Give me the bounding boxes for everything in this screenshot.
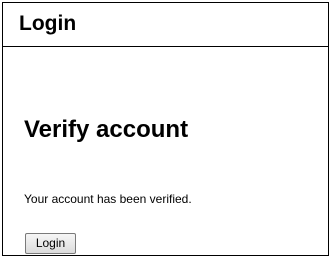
verification-message: Your account has been verified. <box>24 192 192 206</box>
window-title-bar: Login <box>3 3 328 47</box>
page-heading: Verify account <box>24 116 189 143</box>
login-button[interactable]: Login <box>25 233 76 254</box>
login-window: Login Verify account Your account has be… <box>2 2 329 256</box>
window-title: Login <box>19 12 77 35</box>
